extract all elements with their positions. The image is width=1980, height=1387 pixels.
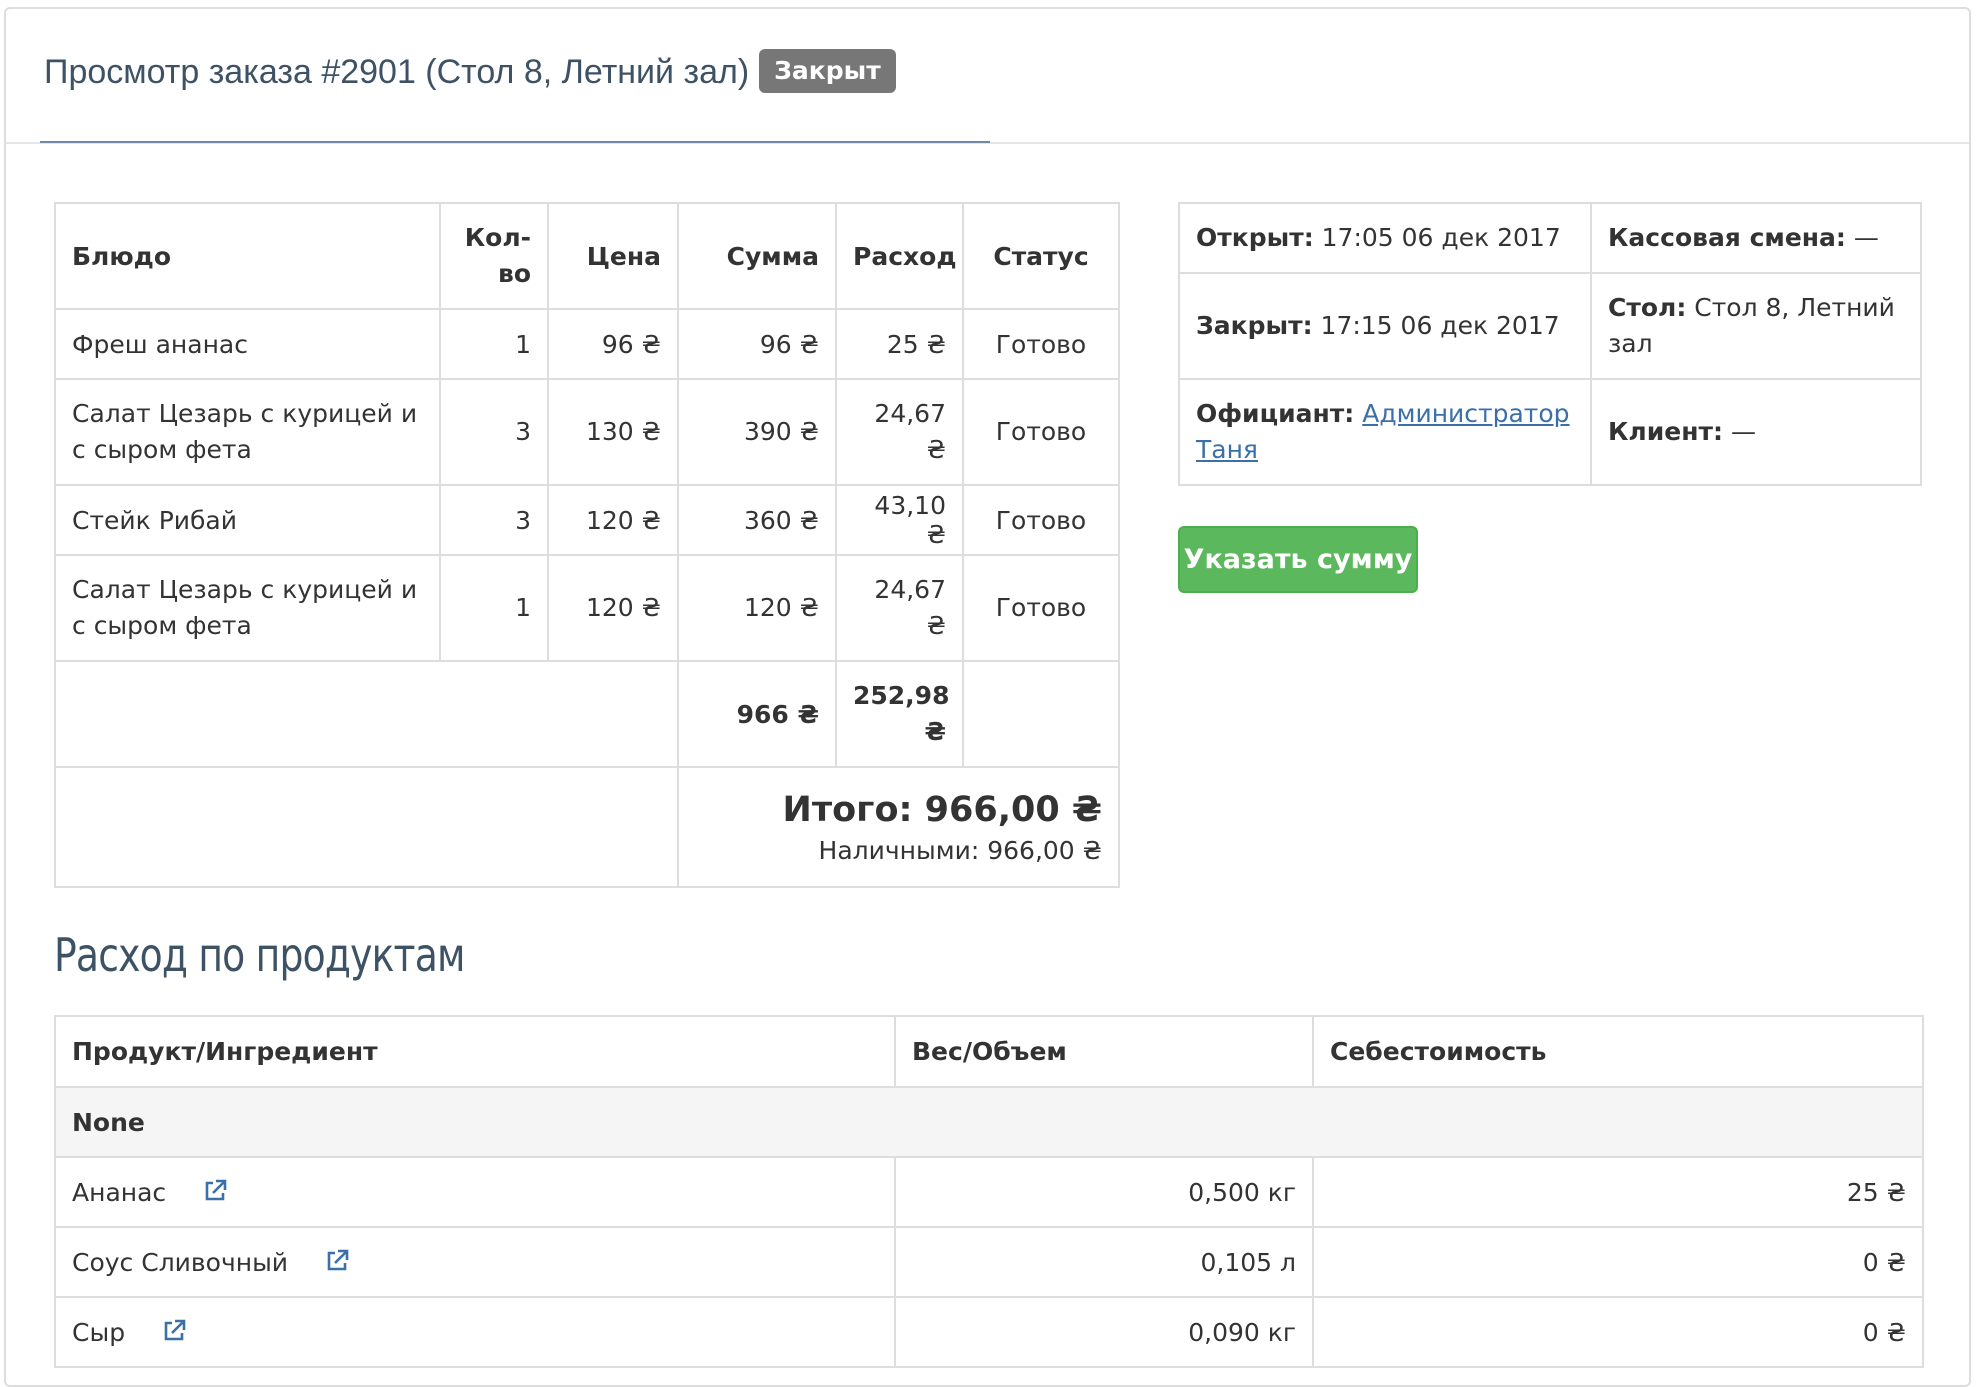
- product-cell: Соус Сливочный: [54, 1226, 896, 1298]
- header-sum: Сумма: [677, 202, 837, 310]
- product-weight: 0,105 л: [894, 1226, 1314, 1298]
- opened-cell: Открыт: 17:05 06 дек 2017: [1178, 202, 1592, 274]
- header-status: Статус: [962, 202, 1120, 310]
- info-row: Открыт: 17:05 06 дек 2017 Кассовая смена…: [1178, 202, 1922, 274]
- shift-label: Кассовая смена:: [1608, 223, 1846, 252]
- cell-price: 120 ₴: [547, 554, 679, 662]
- product-name: Сыр: [72, 1317, 126, 1347]
- sum-total: 966 ₴: [677, 660, 837, 768]
- page-root: Просмотр заказа #2901 (Стол 8, Летний за…: [0, 0, 1980, 1387]
- table-row: Салат Цезарь с курицей и с сыром фета 3 …: [54, 378, 1120, 486]
- cell-expense: 24,67 ₴: [835, 378, 964, 486]
- page-title-text: Просмотр заказа #2901 (Стол 8, Летний за…: [44, 53, 750, 91]
- product-cost: 25 ₴: [1312, 1156, 1924, 1228]
- product-cost: 0 ₴: [1312, 1296, 1924, 1368]
- external-link-icon[interactable]: [202, 1178, 228, 1204]
- closed-label: Закрыт:: [1196, 311, 1313, 340]
- header-product: Продукт/Ингредиент: [54, 1015, 896, 1088]
- shift-cell: Кассовая смена: —: [1590, 202, 1922, 274]
- closed-cell: Закрыт: 17:15 06 дек 2017: [1178, 272, 1592, 380]
- client-cell: Клиент: —: [1590, 378, 1922, 486]
- cell-status: Готово: [962, 554, 1120, 662]
- cell-sum: 360 ₴: [677, 484, 837, 556]
- client-label: Клиент:: [1608, 417, 1723, 446]
- cell-sum: 96 ₴: [677, 308, 837, 380]
- cell-price: 120 ₴: [547, 484, 679, 556]
- external-link-icon[interactable]: [161, 1318, 187, 1344]
- cell-dish: Фреш ананас: [54, 308, 441, 380]
- shift-value: —: [1853, 223, 1879, 252]
- cell-expense: 24,67 ₴: [835, 554, 964, 662]
- cell-status: Готово: [962, 308, 1120, 380]
- grand-total-row: Итого: 966,00 ₴ Наличными: 966,00 ₴: [54, 766, 1120, 888]
- cell-status: Готово: [962, 484, 1120, 556]
- table-label: Стол:: [1608, 293, 1687, 322]
- cell-sum: 390 ₴: [677, 378, 837, 486]
- header-expense: Расход: [835, 202, 964, 310]
- title-underline: [40, 141, 990, 143]
- table-cell: Стол: Стол 8, Летний зал: [1590, 272, 1922, 380]
- panel-heading: Просмотр заказа #2901 (Стол 8, Летний за…: [6, 9, 1969, 144]
- grand-total: Итого: 966,00 ₴: [782, 789, 1102, 830]
- table-row: Соус Сливочный 0,105 л 0 ₴: [54, 1226, 1924, 1298]
- table-row: Стейк Рибай 3 120 ₴ 360 ₴ 43,10 ₴ Готово: [54, 484, 1120, 556]
- table-row: Салат Цезарь с курицей и с сыром фета 1 …: [54, 554, 1120, 662]
- cell-dish: Стейк Рибай: [54, 484, 441, 556]
- header-weight: Вес/Объем: [894, 1015, 1314, 1088]
- closed-value: 17:15 06 дек 2017: [1320, 311, 1560, 340]
- opened-label: Открыт:: [1196, 223, 1314, 252]
- product-name: Ананас: [72, 1177, 167, 1207]
- cell-expense: 25 ₴: [835, 308, 964, 380]
- header-price: Цена: [547, 202, 679, 310]
- grand-total-cell: Итого: 966,00 ₴ Наличными: 966,00 ₴: [677, 766, 1120, 888]
- expense-total: 252,98 ₴: [835, 660, 964, 768]
- info-row: Закрыт: 17:15 06 дек 2017 Стол: Стол 8, …: [1178, 272, 1922, 380]
- cell-dish: Салат Цезарь с курицей и с сыром фета: [54, 554, 441, 662]
- totals-row: 966 ₴ 252,98 ₴: [54, 660, 1120, 768]
- waiter-label: Официант:: [1196, 399, 1355, 428]
- table-row: Фреш ананас 1 96 ₴ 96 ₴ 25 ₴ Готово: [54, 308, 1120, 380]
- products-expense-table: Продукт/Ингредиент Вес/Объем Себестоимос…: [54, 1015, 1924, 1368]
- group-name: None: [54, 1086, 1924, 1158]
- cell-expense: 43,10 ₴: [835, 484, 964, 556]
- cell-status: Готово: [962, 378, 1120, 486]
- products-table-header: Продукт/Ингредиент Вес/Объем Себестоимос…: [54, 1015, 1924, 1088]
- product-name: Соус Сливочный: [72, 1247, 289, 1277]
- cell-dish: Салат Цезарь с курицей и с сыром фета: [54, 378, 441, 486]
- cell-qty: 3: [439, 378, 549, 486]
- product-cell: Ананас: [54, 1156, 896, 1228]
- cell-sum: 120 ₴: [677, 554, 837, 662]
- external-link-icon[interactable]: [324, 1248, 350, 1274]
- grand-total-spacer: [54, 766, 679, 888]
- cash-total: Наличными: 966,00 ₴: [818, 835, 1102, 865]
- order-table-header: Блюдо Кол-во Цена Сумма Расход Статус: [54, 202, 1120, 310]
- product-weight: 0,500 кг: [894, 1156, 1314, 1228]
- table-row: Сыр 0,090 кг 0 ₴: [54, 1296, 1924, 1368]
- client-value: —: [1730, 417, 1756, 446]
- info-row: Официант: Администратор Таня Клиент: —: [1178, 378, 1922, 486]
- waiter-cell: Официант: Администратор Таня: [1178, 378, 1592, 486]
- product-cell: Сыр: [54, 1296, 896, 1368]
- header-qty: Кол-во: [439, 202, 549, 310]
- order-items-table: Блюдо Кол-во Цена Сумма Расход Статус Фр…: [54, 202, 1120, 888]
- product-weight: 0,090 кг: [894, 1296, 1314, 1368]
- opened-value: 17:05 06 дек 2017: [1321, 223, 1561, 252]
- totals-spacer: [54, 660, 679, 768]
- header-dish: Блюдо: [54, 202, 441, 310]
- table-row: Ананас 0,500 кг 25 ₴: [54, 1156, 1924, 1228]
- cell-qty: 1: [439, 554, 549, 662]
- status-badge: Закрыт: [759, 49, 896, 93]
- header-cost: Себестоимость: [1312, 1015, 1924, 1088]
- page-title: Просмотр заказа #2901 (Стол 8, Летний за…: [44, 49, 896, 93]
- cell-price: 96 ₴: [547, 308, 679, 380]
- order-info-table: Открыт: 17:05 06 дек 2017 Кассовая смена…: [1178, 202, 1922, 486]
- cell-price: 130 ₴: [547, 378, 679, 486]
- product-cost: 0 ₴: [1312, 1226, 1924, 1298]
- cell-qty: 3: [439, 484, 549, 556]
- totals-status-spacer: [962, 660, 1120, 768]
- cell-qty: 1: [439, 308, 549, 380]
- set-amount-button[interactable]: Указать сумму: [1178, 526, 1418, 593]
- products-section-title: Расход по продуктам: [54, 928, 465, 982]
- group-row: None: [54, 1086, 1924, 1158]
